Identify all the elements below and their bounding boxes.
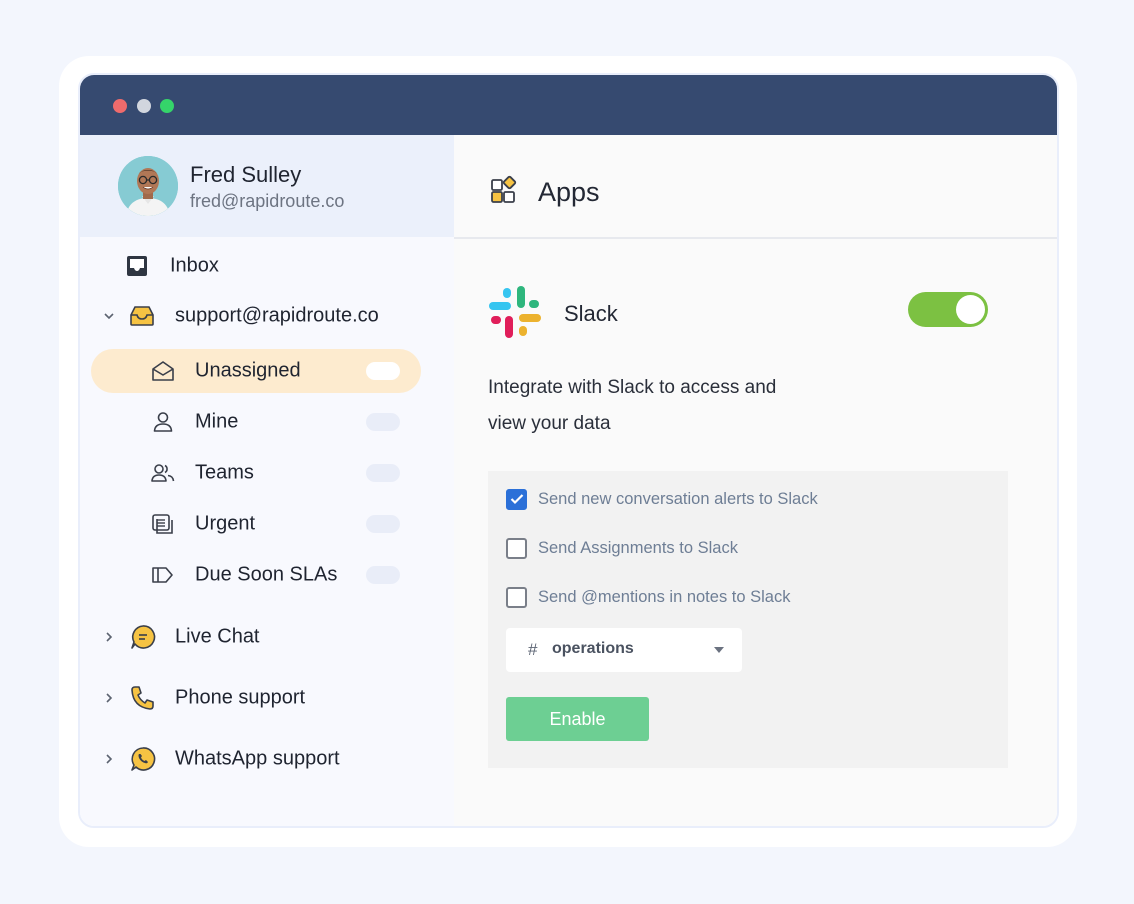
sidebar-item-label: Teams xyxy=(195,461,254,484)
maximize-window-button[interactable] xyxy=(160,99,174,113)
window-titlebar xyxy=(80,75,1057,135)
channel-select[interactable]: # operations xyxy=(506,628,742,672)
count-badge xyxy=(366,515,400,533)
option-label: Send @mentions in notes to Slack xyxy=(538,587,791,606)
main-header: Apps xyxy=(454,135,1057,239)
main-panel: Apps Slack Integrate with Slack to acces… xyxy=(454,135,1057,826)
integration-description: view your data xyxy=(488,413,611,434)
sidebar-item-phone-support[interactable]: Phone support xyxy=(80,676,454,720)
sidebar-item-live-chat[interactable]: Live Chat xyxy=(80,615,454,659)
profile-name: Fred Sulley xyxy=(190,162,302,187)
phone-icon xyxy=(129,684,157,712)
sidebar-item-due-soon-slas[interactable]: Due Soon SLAs xyxy=(80,553,454,597)
sidebar-item-whatsapp-support[interactable]: WhatsApp support xyxy=(80,737,454,781)
sidebar-item-label: Phone support xyxy=(175,686,306,709)
people-icon xyxy=(149,459,177,487)
slack-enable-toggle[interactable] xyxy=(908,292,988,327)
sidebar-item-label: support@rapidroute.co xyxy=(175,304,379,327)
enable-button[interactable]: Enable xyxy=(506,697,649,741)
inbox-tray-icon xyxy=(123,252,151,280)
envelope-open-icon xyxy=(149,357,177,385)
profile-email: fred@rapidroute.co xyxy=(190,191,345,211)
channel-select-value: operations xyxy=(552,640,634,657)
toggle-knob xyxy=(956,295,985,324)
sidebar-item-inbox[interactable]: Inbox xyxy=(80,244,454,288)
count-badge xyxy=(366,464,400,482)
hash-icon: # xyxy=(528,640,538,659)
sidebar-item-unassigned[interactable]: Unassigned xyxy=(80,349,454,393)
checkbox-unchecked[interactable] xyxy=(506,537,527,559)
checkmark-icon xyxy=(510,494,523,505)
sidebar-item-label: Live Chat xyxy=(175,625,260,648)
option-label: Send new conversation alerts to Slack xyxy=(538,489,818,508)
sidebar-item-label: Urgent xyxy=(195,512,256,535)
count-badge xyxy=(366,413,400,431)
integration-name: Slack xyxy=(564,301,618,326)
option-mentions[interactable]: Send @mentions in notes to Slack xyxy=(506,586,790,608)
option-label: Send Assignments to Slack xyxy=(538,538,738,557)
sidebar-item-label: WhatsApp support xyxy=(175,747,340,770)
page-title: Apps xyxy=(538,177,600,207)
slack-logo-icon xyxy=(488,285,542,339)
checkbox-unchecked[interactable] xyxy=(506,586,527,608)
chevron-right-icon[interactable] xyxy=(102,691,116,705)
chevron-right-icon[interactable] xyxy=(102,630,116,644)
chevron-down-icon[interactable] xyxy=(102,309,116,323)
checkbox-checked[interactable] xyxy=(506,488,527,510)
sidebar: Fred Sulley fred@rapidroute.co Inbox sup… xyxy=(80,135,454,826)
sidebar-item-mine[interactable]: Mine xyxy=(80,400,454,444)
apps-grid-icon xyxy=(490,175,520,205)
count-badge xyxy=(366,566,400,584)
stacked-cards-icon xyxy=(149,510,177,538)
slack-settings-panel: Send new conversation alerts to Slack Se… xyxy=(488,471,1008,768)
avatar xyxy=(118,156,178,216)
person-icon xyxy=(149,408,177,436)
sidebar-item-support-mailbox[interactable]: support@rapidroute.co xyxy=(80,294,454,338)
mailbox-tray-icon xyxy=(128,302,156,330)
integration-description: Integrate with Slack to access and xyxy=(488,377,777,398)
option-new-conversation-alerts[interactable]: Send new conversation alerts to Slack xyxy=(506,488,818,510)
option-assignments[interactable]: Send Assignments to Slack xyxy=(506,537,738,559)
app-window: Fred Sulley fred@rapidroute.co Inbox sup… xyxy=(78,73,1059,828)
count-badge xyxy=(366,362,400,380)
sidebar-item-label: Unassigned xyxy=(195,359,301,382)
close-window-button[interactable] xyxy=(113,99,127,113)
sidebar-item-teams[interactable]: Teams xyxy=(80,451,454,495)
minimize-window-button[interactable] xyxy=(137,99,151,113)
chevron-right-icon[interactable] xyxy=(102,752,116,766)
caret-down-icon xyxy=(714,647,724,653)
tag-icon xyxy=(149,561,177,589)
sidebar-item-label: Inbox xyxy=(170,254,219,277)
sidebar-item-label: Mine xyxy=(195,410,239,433)
sidebar-item-label: Due Soon SLAs xyxy=(195,563,338,586)
whatsapp-icon xyxy=(129,745,157,773)
chat-bubble-icon xyxy=(129,623,157,651)
user-profile[interactable]: Fred Sulley fred@rapidroute.co xyxy=(80,135,454,237)
sidebar-item-urgent[interactable]: Urgent xyxy=(80,502,454,546)
avatar-photo-icon xyxy=(118,156,178,216)
